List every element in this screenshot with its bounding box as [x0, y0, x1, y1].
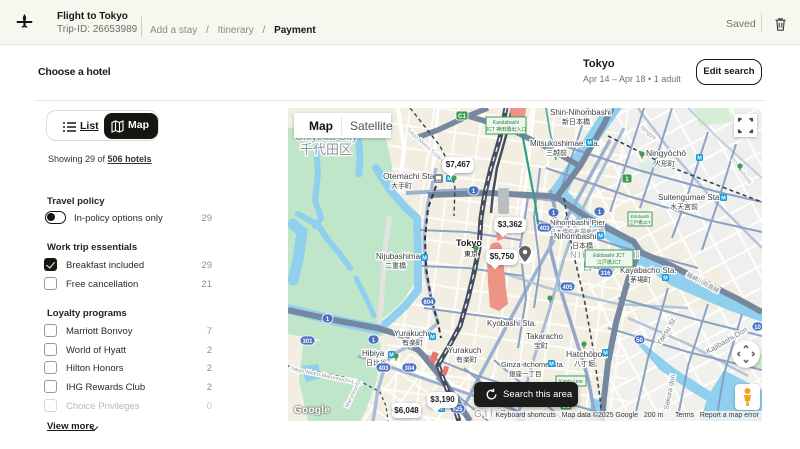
- svg-text:405: 405: [562, 285, 573, 291]
- svg-text:Suitengumae Sta.: Suitengumae Sta.: [658, 193, 722, 202]
- svg-text:50: 50: [636, 338, 643, 344]
- svg-text:M: M: [663, 276, 668, 282]
- svg-text:大手町: 大手町: [391, 181, 412, 190]
- svg-text:304: 304: [404, 366, 415, 372]
- svg-text:千代田区: 千代田区: [300, 142, 352, 157]
- svg-text:403: 403: [539, 226, 550, 232]
- svg-text:Ginza-itchome Sta.: Ginza-itchome Sta.: [501, 360, 565, 369]
- svg-text:江戸橋JCT: 江戸橋JCT: [629, 219, 651, 226]
- svg-text:Takaracho: Takaracho: [526, 332, 563, 341]
- svg-text:二重橋: 二重橋: [385, 261, 406, 270]
- svg-text:Yurakuch: Yurakuch: [448, 346, 481, 355]
- svg-text:625: 625: [452, 407, 463, 413]
- svg-text:M: M: [598, 234, 603, 240]
- svg-text:604: 604: [423, 300, 434, 306]
- svg-text:316: 316: [600, 271, 611, 277]
- svg-text:新日本橋: 新日本橋: [562, 117, 590, 126]
- svg-text:Shin-Nihombashi: Shin-Nihombashi: [550, 108, 611, 117]
- svg-text:Kandabashi: Kandabashi: [493, 120, 519, 126]
- svg-text:M: M: [603, 351, 608, 357]
- svg-text:Kyobashi Sta.: Kyobashi Sta.: [487, 319, 536, 328]
- svg-text:宝町: 宝町: [534, 341, 548, 350]
- svg-text:日本橋: 日本橋: [572, 241, 593, 250]
- svg-text:Edobashi JCT: Edobashi JCT: [593, 253, 624, 259]
- svg-text:M: M: [721, 196, 726, 202]
- svg-text:銀座一丁目: 銀座一丁目: [509, 369, 542, 378]
- svg-text:Yurakucho: Yurakucho: [394, 329, 432, 338]
- svg-text:C1: C1: [458, 114, 466, 120]
- svg-text:Hibiya: Hibiya: [362, 349, 385, 358]
- svg-text:JCT 神田橋出入口: JCT 神田橋出入口: [486, 126, 526, 133]
- svg-text:M: M: [422, 256, 427, 262]
- svg-text:M: M: [430, 335, 435, 341]
- svg-text:八丁堀: 八丁堀: [574, 359, 595, 368]
- svg-text:茅場町: 茅場町: [630, 275, 651, 284]
- svg-text:Nihombashi: Nihombashi: [554, 232, 596, 241]
- svg-text:三越前: 三越前: [546, 148, 567, 157]
- svg-text:Otemachi Sta.: Otemachi Sta.: [383, 171, 437, 181]
- svg-text:M: M: [587, 141, 592, 147]
- svg-text:Nihombashi Pier: Nihombashi Pier: [550, 218, 606, 227]
- svg-text:M: M: [697, 156, 702, 162]
- svg-text:403: 403: [378, 366, 389, 372]
- svg-text:Hatchōbori: Hatchōbori: [566, 349, 607, 359]
- svg-text:10: 10: [754, 325, 761, 331]
- svg-text:Ningyōchō: Ningyōchō: [646, 148, 686, 158]
- svg-text:M: M: [447, 177, 452, 183]
- svg-text:Edobashi: Edobashi: [631, 214, 650, 219]
- svg-text:江戸橋JCT: 江戸橋JCT: [597, 259, 621, 266]
- svg-text:301: 301: [302, 339, 313, 345]
- svg-text:有楽町: 有楽町: [456, 355, 477, 364]
- svg-text:Nijubashimae: Nijubashimae: [376, 252, 425, 261]
- svg-text:水天宮前: 水天宮前: [670, 202, 698, 211]
- svg-text:M: M: [549, 362, 554, 368]
- svg-text:人形町: 人形町: [654, 160, 675, 168]
- svg-text:有楽町: 有楽町: [402, 338, 423, 347]
- svg-text:Tokyo: Tokyo: [456, 238, 482, 248]
